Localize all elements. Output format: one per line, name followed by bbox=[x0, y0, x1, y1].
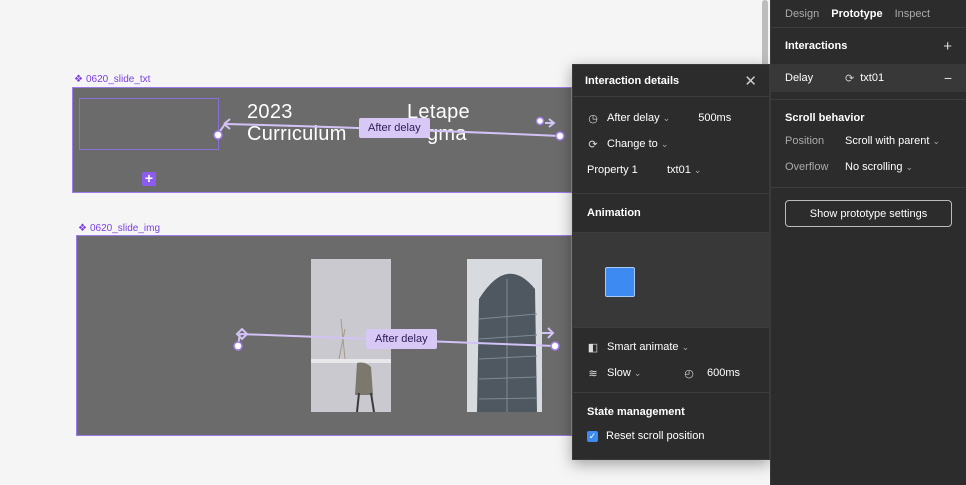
tab-inspect[interactable]: Inspect bbox=[895, 8, 930, 20]
chevron-down-icon: ⌄ bbox=[662, 113, 671, 123]
duration-input[interactable]: 600ms bbox=[707, 367, 740, 379]
easing-select[interactable]: Slow ⌄ bbox=[607, 367, 675, 379]
animation-type-row[interactable]: ◧ Smart animate ⌄ bbox=[573, 334, 769, 360]
interaction-trigger: Delay bbox=[785, 72, 814, 84]
panel-title: Interaction details bbox=[585, 74, 680, 87]
interactions-title: Interactions bbox=[785, 40, 848, 52]
close-icon[interactable]: ✕ bbox=[744, 72, 757, 90]
interaction-details-panel: Interaction details ✕ ◷ After delay ⌄ 50… bbox=[572, 64, 770, 460]
clock-icon: ◷ bbox=[588, 112, 598, 125]
interaction-target: txt01 bbox=[860, 72, 885, 84]
animation-type-select[interactable]: Smart animate ⌄ bbox=[607, 341, 689, 353]
trigger-select[interactable]: After delay ⌄ bbox=[607, 112, 670, 124]
tab-prototype[interactable]: Prototype bbox=[831, 8, 882, 20]
sidebar-tabs: Design Prototype Inspect bbox=[771, 0, 966, 28]
delay-input[interactable]: 500ms bbox=[698, 112, 731, 124]
remove-interaction-icon[interactable]: − bbox=[944, 70, 952, 86]
reset-scroll-label: Reset scroll position bbox=[606, 430, 705, 442]
action-select[interactable]: Change to ⌄ bbox=[607, 138, 668, 150]
position-select[interactable]: Scroll with parent ⌄ bbox=[845, 135, 940, 147]
interactions-header: Interactions + bbox=[785, 28, 952, 64]
easing-row[interactable]: ≋ Slow ⌄ ◴ 600ms bbox=[573, 360, 769, 386]
smart-animate-icon: ◧ bbox=[587, 341, 599, 354]
overflow-row[interactable]: Overflow No scrolling ⌄ bbox=[785, 154, 952, 180]
property-label: Property 1 bbox=[587, 164, 638, 176]
chevron-down-icon: ⌄ bbox=[905, 162, 914, 172]
overflow-label: Overflow bbox=[785, 161, 829, 173]
animation-title: Animation bbox=[587, 207, 641, 219]
canvas-scrollbar[interactable] bbox=[762, 0, 768, 70]
reset-scroll-row[interactable]: ✓ Reset scroll position bbox=[573, 423, 769, 449]
connection-label-txt[interactable]: After delay bbox=[359, 118, 430, 138]
overflow-select[interactable]: No scrolling ⌄ bbox=[845, 161, 913, 173]
chevron-down-icon: ⌄ bbox=[633, 368, 642, 378]
chevron-down-icon: ⌄ bbox=[693, 165, 702, 175]
interaction-item[interactable]: Delay ⟳ txt01 − bbox=[771, 64, 966, 92]
connection-label-img[interactable]: After delay bbox=[366, 329, 437, 349]
add-interaction-icon[interactable]: + bbox=[943, 38, 952, 55]
property-row[interactable]: Property 1 txt01 ⌄ bbox=[573, 157, 769, 183]
properties-sidebar: Design Prototype Inspect Interactions + … bbox=[770, 0, 966, 485]
tab-design[interactable]: Design bbox=[785, 8, 819, 20]
swap-icon: ⟳ bbox=[588, 138, 598, 151]
animation-preview bbox=[573, 232, 769, 328]
show-prototype-settings-button[interactable]: Show prototype settings bbox=[785, 200, 952, 227]
timer-icon: ◴ bbox=[684, 367, 694, 380]
position-label: Position bbox=[785, 135, 825, 147]
action-row[interactable]: ⟳ Change to ⌄ bbox=[573, 131, 769, 157]
chevron-down-icon: ⌄ bbox=[932, 136, 940, 146]
position-row[interactable]: Position Scroll with parent ⌄ bbox=[785, 128, 952, 154]
animation-preview-square bbox=[605, 267, 635, 297]
trigger-row[interactable]: ◷ After delay ⌄ 500ms bbox=[573, 105, 769, 131]
chevron-down-icon: ⌄ bbox=[660, 139, 669, 149]
easing-icon: ≋ bbox=[588, 367, 598, 380]
panel-header: Interaction details ✕ bbox=[573, 65, 769, 97]
swap-icon: ⟳ bbox=[845, 72, 855, 85]
property-select[interactable]: txt01 ⌄ bbox=[667, 164, 701, 176]
reset-scroll-checkbox[interactable]: ✓ bbox=[587, 430, 598, 442]
chevron-down-icon: ⌄ bbox=[681, 342, 690, 352]
